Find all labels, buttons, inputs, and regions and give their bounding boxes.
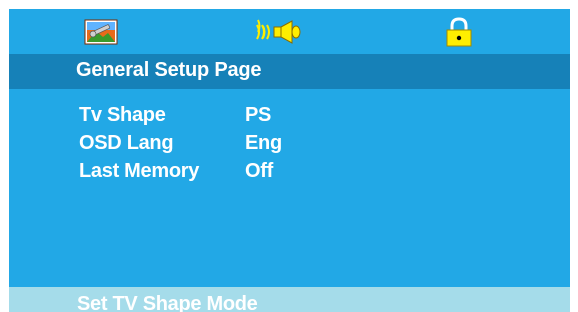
setting-value[interactable]: PS [245, 104, 271, 127]
status-help-text: Set TV Shape Mode [77, 293, 258, 312]
settings-list: Tv Shape PS OSD Lang Eng Last Memory Off [79, 104, 479, 188]
status-bar: Set TV Shape Mode [9, 287, 570, 312]
setting-value[interactable]: Eng [245, 132, 282, 155]
setting-value[interactable]: Off [245, 160, 273, 183]
audio-setup-icon[interactable] [253, 17, 305, 47]
setup-tab-bar [9, 9, 570, 54]
setting-label: Tv Shape [79, 104, 166, 126]
setting-label: Last Memory [79, 160, 200, 182]
page-title: General Setup Page [76, 59, 262, 81]
preference-lock-icon[interactable] [441, 17, 477, 47]
osd-screen: General Setup Page Tv Shape PS OSD Lang … [9, 9, 570, 312]
general-setup-icon[interactable] [81, 17, 121, 47]
title-bar: General Setup Page [9, 54, 570, 89]
setting-row-osd-lang[interactable]: OSD Lang Eng [79, 132, 479, 160]
setting-row-last-memory[interactable]: Last Memory Off [79, 160, 479, 188]
setting-row-tv-shape[interactable]: Tv Shape PS [79, 104, 479, 132]
setting-label: OSD Lang [79, 132, 174, 154]
